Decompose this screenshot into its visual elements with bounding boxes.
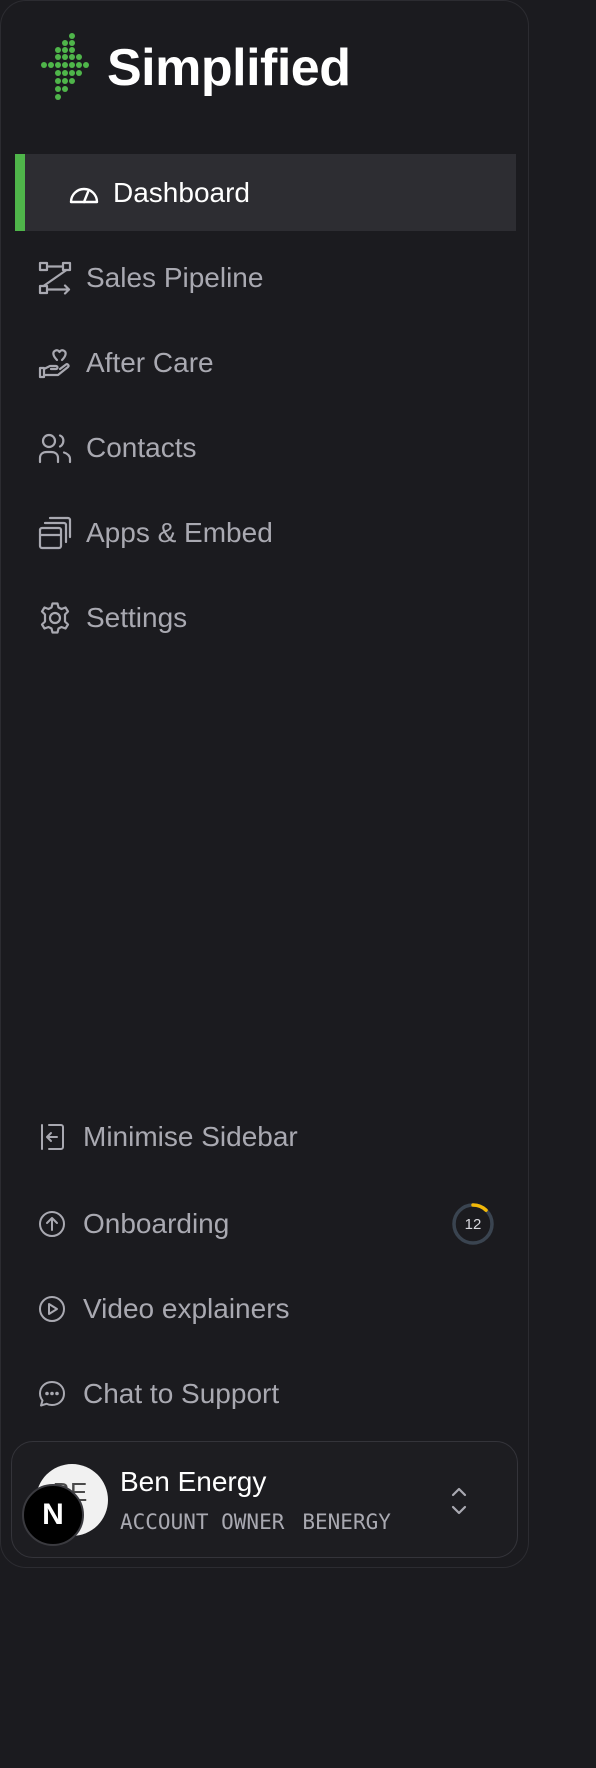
nav-label: Dashboard [113, 176, 250, 208]
nav-item-contacts[interactable]: Contacts [15, 409, 516, 486]
video-explainers-label: Video explainers [83, 1293, 290, 1324]
nav-label: After Care [86, 346, 214, 378]
nav-label: Contacts [86, 431, 197, 463]
hand-heart-icon [38, 348, 70, 378]
nav-item-sales-pipeline[interactable]: Sales Pipeline [15, 239, 516, 316]
exit-icon [41, 1124, 64, 1150]
chat-support-button[interactable]: Chat to Support [25, 1366, 505, 1422]
play-circle-icon [39, 1296, 65, 1322]
onboarding-count: 12 [464, 1215, 482, 1233]
account-role: ACCOUNT OWNER [120, 1510, 285, 1534]
nav-item-dashboard[interactable]: Dashboard [15, 154, 516, 231]
minimise-label: Minimise Sidebar [83, 1121, 298, 1152]
gauge-icon [69, 187, 99, 203]
chat-bubble-icon [39, 1381, 65, 1407]
nav-label: Sales Pipeline [86, 261, 264, 293]
n-badge[interactable]: N [22, 1484, 84, 1546]
brand[interactable]: Simplified [35, 31, 351, 105]
onboarding-button[interactable]: Onboarding 12 [25, 1196, 505, 1252]
minimise-sidebar-button[interactable]: Minimise Sidebar [25, 1109, 505, 1165]
account-meta: ACCOUNT OWNER BENERGY [120, 1510, 391, 1534]
nav-item-apps-embed[interactable]: Apps & Embed [15, 494, 516, 571]
users-icon [38, 433, 72, 463]
brand-logo-icon [41, 33, 89, 100]
nav-item-settings[interactable]: Settings [15, 579, 516, 656]
apps-icon [38, 516, 72, 549]
account-switcher[interactable]: BE N Ben Energy ACCOUNT OWNERBENERGY [11, 1441, 518, 1558]
brand-name: Simplified [107, 39, 351, 97]
account-handle: BENERGY [302, 1510, 391, 1534]
nav-label: Apps & Embed [86, 516, 273, 548]
pipeline-icon [38, 261, 72, 295]
onboarding-label: Onboarding [83, 1208, 230, 1239]
gear-icon [40, 601, 70, 634]
video-explainers-button[interactable]: Video explainers [25, 1281, 505, 1337]
chevrons-up-down-icon [451, 1487, 467, 1515]
arrow-up-circle-icon [39, 1211, 65, 1237]
nav-label: Settings [86, 601, 188, 633]
nav-item-after-care[interactable]: After Care [15, 324, 516, 401]
account-name: Ben Energy [120, 1466, 267, 1497]
sidebar: Simplified Dashboard Sales Pipeline Afte… [0, 0, 529, 1568]
chat-support-label: Chat to Support [83, 1378, 280, 1409]
